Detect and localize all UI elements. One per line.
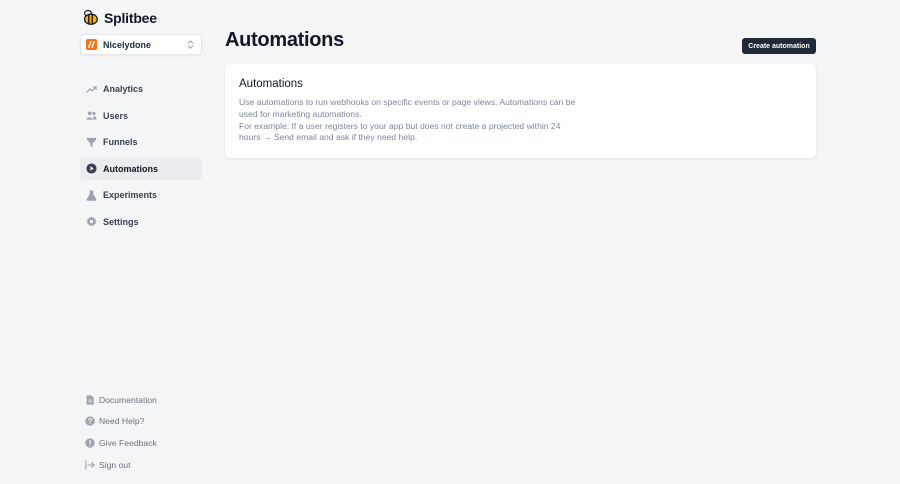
sidebar-item-settings[interactable]: Settings bbox=[80, 211, 202, 234]
card-title: Automations bbox=[239, 78, 303, 90]
feedback-link[interactable]: Give Feedback bbox=[80, 434, 210, 451]
automations-info-card: Automations Use automations to run webho… bbox=[225, 64, 816, 158]
sidebar-nav: Analytics Users Funnels Automations Expe… bbox=[80, 78, 202, 237]
app-root: Splitbee Nicelydone Analytics Users Funn… bbox=[0, 0, 900, 484]
sign-out-link[interactable]: Sign out bbox=[80, 456, 210, 473]
sidebar-item-label: Funnels bbox=[103, 137, 138, 148]
sidebar-item-label: Settings bbox=[103, 216, 139, 227]
create-automation-button[interactable]: Create automation bbox=[742, 38, 816, 54]
chevron-up-down-icon bbox=[187, 40, 194, 49]
chart-line-icon bbox=[86, 86, 97, 93]
documentation-link[interactable]: Documentation bbox=[80, 391, 210, 408]
sidebar-item-label: Experiments bbox=[103, 190, 158, 201]
card-description: Use automations to run webhooks on speci… bbox=[239, 97, 579, 144]
flask-icon bbox=[86, 190, 97, 201]
exclamation-circle-icon bbox=[85, 438, 95, 448]
sidebar: Splitbee Nicelydone Analytics Users Funn… bbox=[0, 0, 210, 484]
bottom-link-label: Sign out bbox=[99, 459, 131, 470]
app-name: Splitbee bbox=[104, 9, 157, 26]
project-avatar-icon bbox=[86, 39, 97, 50]
bottom-link-label: Documentation bbox=[99, 394, 157, 405]
sidebar-item-users[interactable]: Users bbox=[80, 105, 202, 128]
bee-logo-icon bbox=[83, 9, 98, 25]
project-selector[interactable]: Nicelydone bbox=[80, 34, 202, 55]
sidebar-item-label: Analytics bbox=[103, 84, 144, 95]
play-circle-icon bbox=[86, 163, 97, 174]
help-link[interactable]: Need Help? bbox=[80, 413, 210, 430]
sidebar-footer-links: Documentation Need Help? Give Feedback S… bbox=[80, 391, 210, 478]
sidebar-item-label: Automations bbox=[103, 163, 158, 174]
sign-out-icon bbox=[85, 459, 95, 470]
sidebar-item-label: Users bbox=[103, 110, 129, 121]
sidebar-item-analytics[interactable]: Analytics bbox=[80, 78, 202, 101]
funnel-icon bbox=[86, 137, 97, 147]
question-circle-icon bbox=[85, 416, 95, 426]
gear-icon bbox=[86, 216, 97, 227]
bottom-link-label: Give Feedback bbox=[99, 437, 157, 448]
card-description-line: Use automations to run webhooks on speci… bbox=[239, 97, 576, 119]
bottom-link-label: Need Help? bbox=[99, 416, 145, 427]
sidebar-item-automations[interactable]: Automations bbox=[80, 157, 202, 180]
users-icon bbox=[86, 111, 97, 120]
sidebar-item-funnels[interactable]: Funnels bbox=[80, 131, 202, 154]
app-logo[interactable]: Splitbee bbox=[82, 9, 157, 26]
card-description-line: For example: If a user registers to your… bbox=[239, 120, 561, 143]
page-title: Automations bbox=[225, 29, 344, 51]
project-name: Nicelydone bbox=[103, 39, 152, 50]
sidebar-item-experiments[interactable]: Experiments bbox=[80, 184, 202, 207]
document-icon bbox=[86, 394, 94, 405]
